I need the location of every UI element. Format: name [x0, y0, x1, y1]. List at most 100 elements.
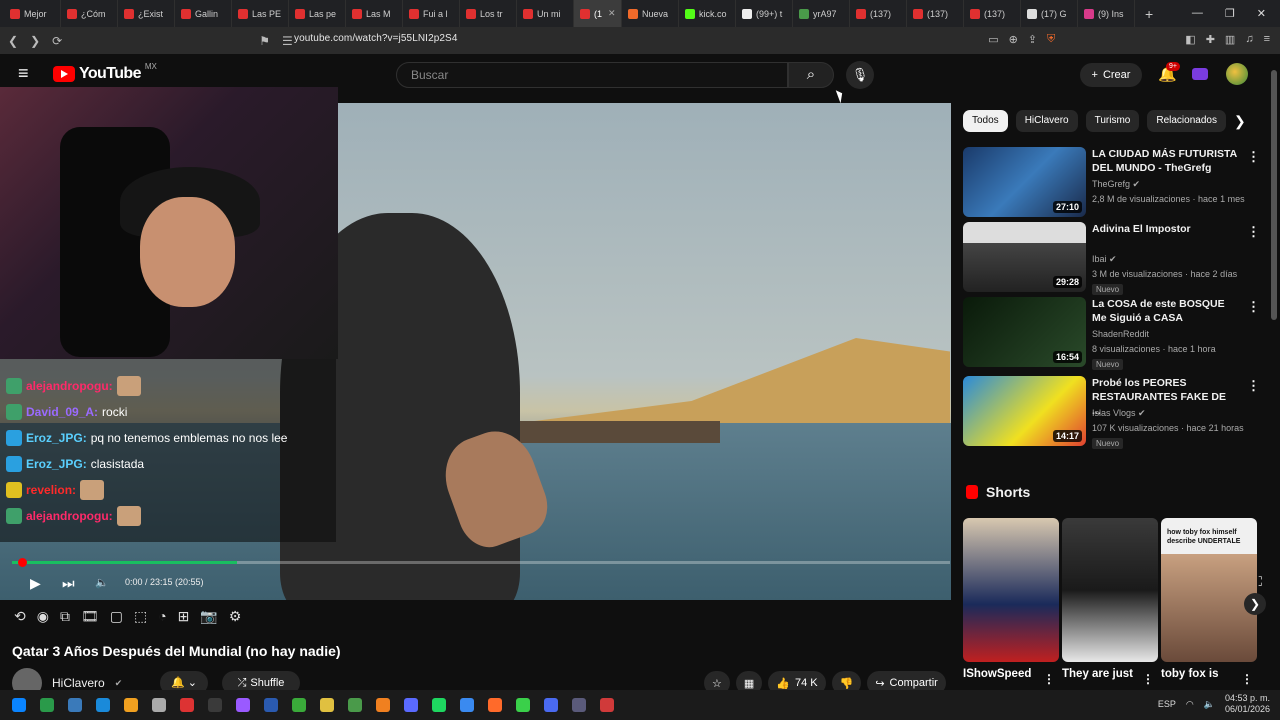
youtube-logo[interactable]: YouTube MX	[53, 62, 157, 83]
search-button[interactable]: ⌕	[788, 62, 834, 88]
account-avatar[interactable]	[1226, 63, 1248, 85]
shorts-next-icon[interactable]: ❯	[1244, 593, 1266, 615]
search-taskbar-icon[interactable]	[68, 698, 82, 712]
app-icon[interactable]	[208, 698, 222, 712]
short-title[interactable]: They are just	[1062, 668, 1133, 680]
video-title-link[interactable]: Adivina El Impostor	[1092, 222, 1237, 236]
browser-tab[interactable]: (9) Ins	[1078, 0, 1135, 27]
video-progress-bar[interactable]	[12, 558, 950, 567]
wallet-icon[interactable]: ◧	[1185, 33, 1195, 46]
recommended-video[interactable]: 16:54 La COSA de este BOSQUE Me Siguió a …	[963, 297, 1263, 370]
screen-icon[interactable]: ▢	[110, 608, 123, 625]
search-input[interactable]: Buscar	[396, 62, 788, 88]
folder-icon[interactable]	[320, 698, 334, 712]
browser-tab[interactable]: Las M	[346, 0, 403, 27]
short-thumbnail[interactable]	[963, 518, 1059, 662]
new-tab-icon[interactable]: +	[1135, 6, 1163, 22]
video-thumbnail[interactable]: 14:17	[963, 376, 1086, 446]
site-settings-icon[interactable]: ☰	[282, 34, 293, 48]
discord-icon[interactable]	[404, 698, 418, 712]
browser-tab[interactable]: yrA97	[793, 0, 850, 27]
more-options-icon[interactable]: ⋮	[1043, 672, 1055, 686]
next-icon[interactable]: ⏭	[62, 575, 75, 592]
browser-tab[interactable]: (137)	[964, 0, 1021, 27]
more-options-icon[interactable]: ⋮	[1247, 224, 1260, 240]
brave-shield-icon[interactable]: ⛨	[1047, 33, 1055, 46]
gear-icon[interactable]: ⚙	[229, 608, 242, 625]
bookmark-icon[interactable]: ⚑	[259, 34, 270, 48]
browser-tab[interactable]: (137)	[907, 0, 964, 27]
photoshop-icon[interactable]	[264, 698, 278, 712]
browser-tab[interactable]: kick.co	[679, 0, 736, 27]
maximize-icon[interactable]: ❐	[1225, 7, 1235, 20]
close-window-icon[interactable]: ✕	[1257, 7, 1266, 20]
browser-tab[interactable]: Un mi	[517, 0, 574, 27]
more-options-icon[interactable]: ⋮	[1247, 299, 1260, 315]
app-icon[interactable]	[544, 698, 558, 712]
app-icon[interactable]	[572, 698, 586, 712]
voice-search-icon[interactable]: 🎙	[846, 61, 874, 89]
browser-tab[interactable]: (137)	[850, 0, 907, 27]
minimize-icon[interactable]: —	[1192, 7, 1203, 20]
speed-icon[interactable]: ◔	[158, 608, 166, 625]
app-icon[interactable]	[236, 698, 250, 712]
wifi-icon[interactable]: ◠	[1186, 699, 1194, 710]
film-icon[interactable]: 🎞	[81, 608, 99, 625]
expand-icon[interactable]: ⊞	[178, 608, 190, 625]
media-icon[interactable]: ♫	[1245, 33, 1253, 46]
crop-icon[interactable]: ⬚	[134, 608, 147, 625]
more-options-icon[interactable]: ⋮	[1247, 378, 1260, 394]
filter-chip[interactable]: Turismo	[1085, 110, 1140, 132]
page-scrollbar[interactable]	[1270, 60, 1278, 690]
video-thumbnail[interactable]: 29:28	[963, 222, 1086, 292]
browser-tab[interactable]: Nueva	[622, 0, 679, 27]
recommended-video[interactable]: 27:10 LA CIUDAD MÁS FUTURISTA DEL MUNDO -…	[963, 147, 1263, 217]
browser-tab[interactable]: (1 ✕	[574, 0, 622, 27]
scrollbar-thumb[interactable]	[1271, 70, 1277, 320]
browser-tab[interactable]: (17) G	[1021, 0, 1078, 27]
url-field[interactable]: youtube.com/watch?v=j55LNI2p2S4	[294, 33, 457, 44]
play-icon[interactable]: ▶	[30, 575, 41, 592]
chevron-right-icon[interactable]: ❯	[1234, 113, 1246, 130]
browser-tab[interactable]: Mejor	[4, 0, 61, 27]
app-icon[interactable]	[600, 698, 614, 712]
more-options-icon[interactable]: ⋮	[1142, 672, 1154, 686]
volume-icon[interactable]: 🔈	[95, 576, 109, 589]
browser-tab[interactable]: ¿Exist	[118, 0, 175, 27]
video-thumbnail[interactable]: 16:54	[963, 297, 1086, 367]
browser-tab[interactable]: Fui a l	[403, 0, 460, 27]
video-thumbnail[interactable]: 27:10	[963, 147, 1086, 217]
widgets-icon[interactable]	[96, 698, 110, 712]
windows-start-icon[interactable]	[12, 698, 26, 712]
filter-chip[interactable]: Relacionados	[1147, 110, 1226, 132]
create-button[interactable]: + Crear	[1080, 63, 1142, 87]
share-page-icon[interactable]: ⇪	[1028, 33, 1037, 46]
copilot-icon[interactable]	[40, 698, 54, 712]
menu-icon[interactable]: ≡	[1264, 33, 1270, 46]
back-icon[interactable]: ❮	[8, 34, 18, 48]
short-title[interactable]: IShowSpeed	[963, 668, 1031, 680]
cast-icon[interactable]: ▭	[988, 33, 998, 46]
browser-tab[interactable]: ¿Cóm	[61, 0, 118, 27]
clock[interactable]: 04:53 p. m. 06/01/2026	[1225, 693, 1270, 715]
app-icon[interactable]	[152, 698, 166, 712]
tray-lang[interactable]: ESP	[1158, 699, 1176, 709]
browser-tab[interactable]: Los tr	[460, 0, 517, 27]
channel-name[interactable]: Islas Vlogs ✔	[1092, 408, 1146, 419]
app-icon[interactable]	[348, 698, 362, 712]
reload-icon[interactable]: ⟳	[52, 34, 62, 48]
forward-icon[interactable]: ❯	[30, 34, 40, 48]
short-title[interactable]: toby fox is	[1161, 668, 1219, 680]
zoom-icon[interactable]: ⊕	[1009, 33, 1018, 46]
more-options-icon[interactable]: ⋮	[1241, 672, 1253, 686]
progress-scrubber[interactable]	[18, 558, 27, 567]
firefox-icon[interactable]	[376, 698, 390, 712]
chrome-icon[interactable]	[460, 698, 474, 712]
hamburger-menu-icon[interactable]: ≡	[18, 64, 29, 82]
channel-name[interactable]: HiClavero	[52, 676, 105, 690]
recommended-video[interactable]: 14:17 Probé los PEORES RESTAURANTES FAKE …	[963, 376, 1263, 449]
twitch-extension-icon[interactable]	[1192, 68, 1208, 80]
filter-chip[interactable]: Todos	[963, 110, 1008, 132]
more-options-icon[interactable]: ⋮	[1247, 149, 1260, 165]
short-thumbnail[interactable]: how toby fox himself describe UNDERTALE	[1161, 518, 1257, 662]
